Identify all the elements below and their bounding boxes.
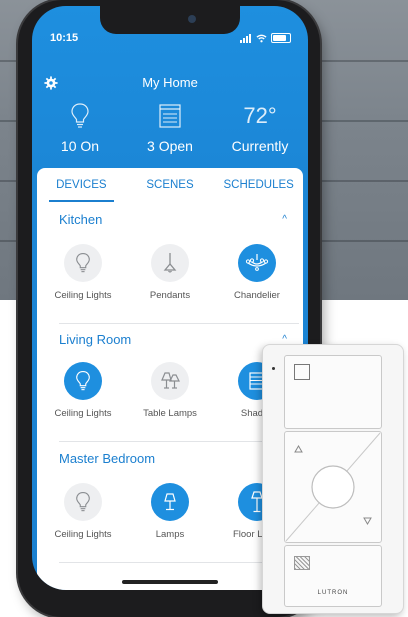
battery-icon <box>271 33 291 43</box>
remote-off-button[interactable]: LUTRON <box>284 545 382 607</box>
remote-dimmer-buttons[interactable] <box>284 431 382 543</box>
on-square-icon <box>294 364 310 380</box>
status-time: 10:15 <box>50 32 79 44</box>
off-hatched-icon <box>294 556 310 570</box>
signal-icon <box>240 33 251 43</box>
divider <box>59 323 299 324</box>
lights-on-summary[interactable]: 10 On <box>34 102 126 154</box>
device-living-ceiling-lights[interactable]: Ceiling Lights <box>43 362 123 419</box>
device-living-table-lamps[interactable]: Table Lamps <box>130 362 210 419</box>
device-toggle[interactable] <box>151 244 189 282</box>
tab-scenes[interactable]: SCENES <box>126 168 215 202</box>
device-bedroom-lamps[interactable]: Lamps <box>130 483 210 540</box>
device-toggle[interactable] <box>64 483 102 521</box>
shades-open-summary[interactable]: 3 Open <box>124 102 216 154</box>
pico-remote: LUTRON <box>262 344 404 614</box>
device-toggle[interactable] <box>64 362 102 400</box>
lamp-icon <box>164 493 176 511</box>
device-label: Ceiling Lights <box>54 408 112 419</box>
tab-bar: DEVICES SCENES SCHEDULES <box>37 168 303 202</box>
bulb-icon <box>71 103 89 128</box>
room-header-kitchen[interactable]: Kitchen ^ <box>37 212 303 234</box>
device-kitchen-pendants[interactable]: Pendants <box>130 244 210 301</box>
device-toggle[interactable] <box>151 483 189 521</box>
status-icons <box>240 33 291 43</box>
collapse-caret-icon[interactable]: ^ <box>282 214 287 225</box>
device-label: Ceiling Lights <box>54 290 112 301</box>
tab-schedules[interactable]: SCHEDULES <box>214 168 303 202</box>
chandelier-icon <box>245 254 269 271</box>
device-label: Ceiling Lights <box>54 529 112 540</box>
room-name: Master Bedroom <box>59 451 156 466</box>
status-led <box>272 367 275 370</box>
phone-notch <box>100 6 240 34</box>
device-toggle[interactable] <box>238 244 276 282</box>
wifi-icon <box>256 34 267 42</box>
bulb-icon <box>76 371 90 391</box>
page-title: My Home <box>142 75 198 90</box>
table-lamps-icon <box>161 372 180 389</box>
device-kitchen-chandelier[interactable]: Chandelier <box>217 244 297 301</box>
room-name: Living Room <box>59 332 132 347</box>
camera-icon <box>188 15 196 23</box>
device-label: Chandelier <box>234 290 280 301</box>
home-indicator[interactable] <box>122 580 218 584</box>
device-bedroom-ceiling-lights[interactable]: Ceiling Lights <box>43 483 123 540</box>
device-toggle[interactable] <box>151 362 189 400</box>
device-kitchen-ceiling-lights[interactable]: Ceiling Lights <box>43 244 123 301</box>
shades-open-count: 3 Open <box>147 138 193 154</box>
pendant-icon <box>163 253 177 273</box>
device-label: Pendants <box>149 290 191 301</box>
bulb-icon <box>76 492 90 512</box>
device-toggle[interactable] <box>64 244 102 282</box>
device-label: Lamps <box>155 529 185 540</box>
temperature-value: 72° <box>243 103 277 128</box>
remote-on-button[interactable] <box>284 355 382 429</box>
device-label: Table Lamps <box>143 408 197 419</box>
temperature-label: Currently <box>231 138 289 154</box>
temperature-summary[interactable]: 72° Currently <box>214 102 306 154</box>
room-name: Kitchen <box>59 212 103 227</box>
blinds-icon <box>159 104 181 128</box>
remote-brand: LUTRON <box>317 590 349 596</box>
lights-on-count: 10 On <box>60 138 100 154</box>
tab-devices[interactable]: DEVICES <box>37 168 126 202</box>
bulb-icon <box>76 253 90 273</box>
dimmer-face-icon <box>285 432 381 542</box>
